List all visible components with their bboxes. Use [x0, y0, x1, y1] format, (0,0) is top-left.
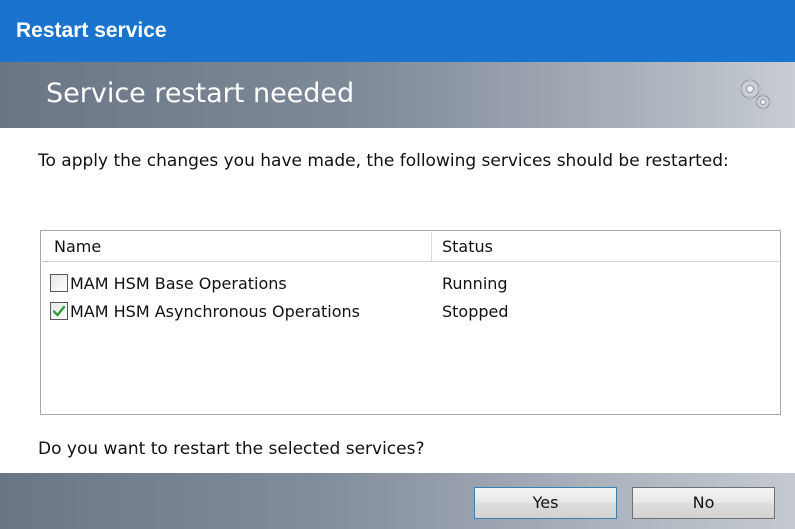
service-name: MAM HSM Asynchronous Operations	[70, 302, 361, 321]
button-bar: Yes No	[0, 473, 795, 529]
service-name: MAM HSM Base Operations	[70, 274, 287, 293]
list-item[interactable]: MAM HSM Asynchronous Operations Stopped	[42, 301, 779, 325]
service-status: Stopped	[442, 302, 509, 321]
restart-service-dialog: Restart service Service restart needed T…	[0, 0, 795, 529]
list-item[interactable]: MAM HSM Base Operations Running	[42, 273, 779, 297]
banner-title: Service restart needed	[46, 78, 355, 109]
service-checkbox[interactable]	[50, 302, 68, 320]
window-title: Restart service	[0, 0, 795, 62]
services-list[interactable]: Name Status MAM HSM Base Operations Runn…	[40, 230, 781, 415]
column-header-status[interactable]: Status	[442, 232, 493, 261]
list-header: Name Status	[42, 232, 779, 262]
restart-message: To apply the changes you have made, the …	[38, 151, 729, 171]
header-banner: Service restart needed	[0, 62, 795, 128]
checkmark-icon	[52, 305, 66, 317]
column-header-name[interactable]: Name	[54, 232, 101, 261]
column-divider[interactable]	[431, 232, 432, 261]
restart-question: Do you want to restart the selected serv…	[38, 439, 425, 459]
no-button[interactable]: No	[632, 487, 775, 519]
yes-button[interactable]: Yes	[474, 487, 617, 519]
service-checkbox[interactable]	[50, 274, 68, 292]
service-status: Running	[442, 274, 508, 293]
gears-icon	[738, 77, 772, 111]
